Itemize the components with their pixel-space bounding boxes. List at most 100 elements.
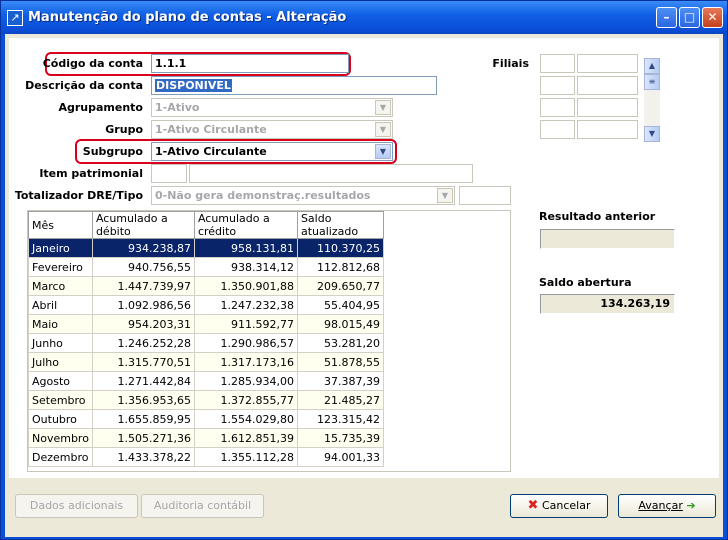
filial-name-cell[interactable] [577,120,638,139]
agrupamento-select[interactable]: 1-Ativo ▼ [151,98,393,117]
table-row[interactable]: Julho 1.315.770,51 1.317.173,16 51.878,55 [28,352,384,372]
subgrupo-select[interactable]: 1-Ativo Circulante ▼ [151,142,393,161]
cancelar-button[interactable]: ✖ Cancelar [510,494,608,518]
codigo-field[interactable]: 1.1.1 [151,54,349,73]
table-cell: Agosto [28,371,93,391]
table-cell: 1.246.252,28 [91,333,195,353]
table-row[interactable]: Junho 1.246.252,28 1.290.986,57 53.281,20 [28,333,384,353]
table-cell: 53.281,20 [296,333,384,353]
table-cell: 1.655.859,95 [91,409,195,429]
resultado-value [540,229,675,249]
scroll-down-icon[interactable]: ▼ [644,126,660,142]
filiais-label: Filiais [492,57,529,70]
chevron-down-icon: ▼ [437,188,453,203]
table-cell: 51.878,55 [296,352,384,372]
table-cell: 1.355.112,28 [193,447,298,467]
item-desc-field[interactable] [189,164,473,183]
auditoria-contabil-button[interactable]: Auditoria contábil [141,494,264,518]
minimize-button[interactable]: – [656,7,677,28]
column-header[interactable]: Saldo atualizado [296,211,384,239]
saldo-label: Saldo abertura [539,276,632,289]
cancelar-label: Cancelar [541,499,591,512]
close-button[interactable]: ✕ [702,7,723,28]
dados-adicionais-button[interactable]: Dados adicionais [15,494,138,518]
descricao-value: DISPONIVEL [155,79,232,92]
table-cell: 21.485,27 [296,390,384,410]
table-row[interactable]: Outubro 1.655.859,95 1.554.029,80 123.315,4… [28,409,384,429]
table-cell: 1.554.029,80 [193,409,298,429]
subgrupo-value: 1-Ativo Circulante [155,145,267,158]
dialog-body: Código da conta 1.1.1 Descrição da conta… [5,34,723,537]
table-cell: Dezembro [28,447,93,467]
table-cell: 98.015,49 [296,314,384,334]
agrupamento-label: Agrupamento [58,101,143,114]
window-title: Manutenção do plano de contas - Alteraçã… [28,10,347,25]
table-row[interactable]: Setembro 1.356.953,65 1.372.855,77 21.485,2… [28,390,384,410]
monthly-balance-grid[interactable]: Mês Acumulado a débito Acumulado a crédito… [27,210,511,472]
scroll-thumb[interactable]: ≡ [644,74,660,90]
avancar-label: Avançar [638,499,683,512]
grupo-label: Grupo [105,123,143,136]
filial-code-cell[interactable] [540,98,575,117]
table-row[interactable]: Abril 1.092.986,56 1.247.232,38 55.404,95 [28,295,384,315]
table-cell: 1.433.378,22 [91,447,195,467]
tipo-field[interactable] [459,186,511,205]
scroll-up-icon[interactable]: ▲ [644,58,660,74]
table-row[interactable]: Novembro 1.505.271,36 1.612.851,39 15.735,3… [28,428,384,448]
codigo-label: Código da conta [42,57,143,70]
table-cell: 1.285.934,00 [193,371,298,391]
table-cell: Maio [28,314,93,334]
table-row[interactable]: Dezembro 1.433.378,22 1.355.112,28 94.001,3… [28,447,384,467]
table-cell: 1.356.953,65 [91,390,195,410]
table-cell: Novembro [28,428,93,448]
table-row[interactable]: Fevereiro 940.756,55 938.314,12 112.812,68 [28,257,384,277]
table-cell: 209.650,77 [296,276,384,296]
table-row[interactable]: Agosto 1.271.442,84 1.285.934,00 37.387,39 [28,371,384,391]
table-cell: 1.612.851,39 [193,428,298,448]
table-cell: 94.001,33 [296,447,384,467]
table-cell: Marco [28,276,93,296]
column-header[interactable]: Acumulado a crédito [193,211,298,239]
subgrupo-label: Subgrupo [82,145,143,158]
grupo-value: 1-Ativo Circulante [155,123,267,136]
descricao-field[interactable]: DISPONIVEL [151,76,437,95]
chevron-down-icon: ▼ [375,122,391,137]
filial-name-cell[interactable] [577,54,638,73]
table-row[interactable]: Janeiro 934.238,87 958.131,81 110.370,25 [28,238,384,258]
table-cell: 1.315.770,51 [91,352,195,372]
saldo-value: 134.263,19 [540,294,675,314]
title-bar[interactable]: ↗ Manutenção do plano de contas - Altera… [1,1,727,34]
filiais-scrollbar[interactable]: ▲ ≡ ▼ [644,58,660,142]
descricao-label: Descrição da conta [25,79,143,92]
table-cell: Junho [28,333,93,353]
agrupamento-value: 1-Ativo [155,101,200,114]
filial-name-cell[interactable] [577,98,638,117]
table-row[interactable]: Maio 954.203,31 911.592,77 98.015,49 [28,314,384,334]
table-cell: 1.247.232,38 [193,295,298,315]
table-cell: Julho [28,352,93,372]
resultado-label: Resultado anterior [539,210,656,223]
table-cell: 954.203,31 [91,314,195,334]
table-cell: 1.505.271,36 [91,428,195,448]
dialog-window: ↗ Manutenção do plano de contas - Altera… [0,0,728,540]
table-cell: 123.315,42 [296,409,384,429]
filial-code-cell[interactable] [540,76,575,95]
filial-name-cell[interactable] [577,76,638,95]
table-cell: 958.131,81 [193,238,298,258]
chevron-down-icon: ▼ [375,100,391,115]
table-row[interactable]: Marco 1.447.739,97 1.350.901,88 209.650,77 [28,276,384,296]
table-cell: 938.314,12 [193,257,298,277]
column-header[interactable]: Mês [28,211,93,239]
filial-code-cell[interactable] [540,54,575,73]
maximize-button[interactable]: □ [679,7,700,28]
filial-code-cell[interactable] [540,120,575,139]
table-cell: 911.592,77 [193,314,298,334]
column-header[interactable]: Acumulado a débito [91,211,195,239]
table-cell: 1.372.855,77 [193,390,298,410]
item-code-field[interactable] [151,164,187,183]
grupo-select[interactable]: 1-Ativo Circulante ▼ [151,120,393,139]
totalizador-select[interactable]: 0-Não gera demonstraç.resultados ▼ [151,186,455,205]
table-cell: 112.812,68 [296,257,384,277]
table-cell: Setembro [28,390,93,410]
avancar-button[interactable]: Avançar ➔ [618,494,716,518]
